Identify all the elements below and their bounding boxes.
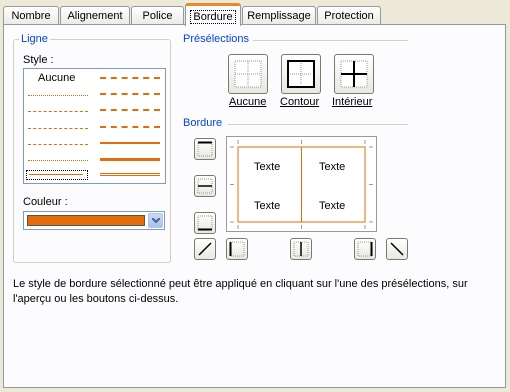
border-middle-horizontal-button[interactable] <box>194 175 216 197</box>
line-style-dash-dot-dot-medium[interactable] <box>100 77 160 79</box>
border-top-icon <box>197 141 213 157</box>
preview-text-top-right: Texte <box>319 161 346 173</box>
border-right-icon <box>357 241 373 257</box>
preset-inside-button[interactable] <box>334 54 374 94</box>
tab-remplissage[interactable]: Remplissage <box>242 6 316 24</box>
presets-separator <box>248 40 408 41</box>
preview-borders <box>230 140 373 229</box>
color-label: Couleur : <box>23 196 68 208</box>
color-dropdown[interactable] <box>23 211 165 230</box>
border-left-icon <box>229 241 245 257</box>
line-style-dash-dot-slant[interactable] <box>100 93 160 95</box>
line-style-dash-fine[interactable] <box>28 144 88 145</box>
preview-text-bottom-right: Texte <box>319 200 346 212</box>
border-bottom-button[interactable] <box>194 212 216 234</box>
border-diagonal-up-button[interactable] <box>194 238 216 260</box>
border-middle-vertical-button[interactable] <box>290 238 312 260</box>
tab-nombre[interactable]: Nombre <box>3 6 59 24</box>
style-label: Style : <box>23 54 54 66</box>
preset-outline-button[interactable] <box>281 54 321 94</box>
tab-alignement[interactable]: Alignement <box>60 6 130 24</box>
preview-text-top-left: Texte <box>254 161 281 173</box>
diagonal-up-icon <box>198 242 212 256</box>
presets-title: Présélections <box>183 33 254 45</box>
tab-police[interactable]: Police <box>131 6 184 24</box>
border-none-icon <box>234 60 262 88</box>
border-left-button[interactable] <box>226 238 248 260</box>
border-separator <box>228 124 408 125</box>
line-style-selected[interactable] <box>26 170 88 180</box>
border-inside-icon <box>340 60 368 88</box>
description-text: Le style de bordure sélectionné peut êtr… <box>13 278 468 305</box>
preview-text-bottom-left: Texte <box>254 200 281 212</box>
tab-protection[interactable]: Protection <box>317 6 381 24</box>
preset-none-label: Aucune <box>229 96 267 108</box>
diagonal-down-icon <box>390 242 404 256</box>
line-style-solid-thick[interactable] <box>100 158 160 161</box>
color-swatch <box>27 215 145 226</box>
line-style-dash-dot-fine[interactable] <box>28 128 88 129</box>
line-style-solid-medium[interactable] <box>100 142 160 144</box>
line-style-dashed-medium[interactable] <box>100 126 160 128</box>
line-style-none[interactable]: Aucune <box>38 72 75 84</box>
chevron-down-icon <box>152 218 160 224</box>
border-diagonal-down-button[interactable] <box>386 238 408 260</box>
border-horizontal-icon <box>197 178 213 194</box>
preset-none-button[interactable] <box>228 54 268 94</box>
line-group-title: Ligne <box>19 33 50 45</box>
border-outline-icon <box>287 60 315 88</box>
border-title: Bordure <box>183 117 227 129</box>
border-right-button[interactable] <box>354 238 376 260</box>
line-style-dot-fine[interactable] <box>28 160 88 161</box>
dropdown-button[interactable] <box>148 213 163 228</box>
preset-inside-label: Intérieur <box>332 96 373 108</box>
preset-outline-label: Contour <box>280 96 320 108</box>
line-style-list[interactable]: Aucune <box>23 68 166 184</box>
tab-bordure[interactable]: Bordure <box>185 3 241 26</box>
border-vertical-icon <box>293 241 309 257</box>
line-style-dashed-fine[interactable] <box>28 111 88 112</box>
border-bottom-icon <box>197 215 213 231</box>
border-top-button[interactable] <box>194 138 216 160</box>
line-style-dotted[interactable] <box>28 95 88 96</box>
border-preview[interactable]: Texte Texte Texte Texte <box>226 136 377 232</box>
line-style-double[interactable] <box>100 173 160 176</box>
line-style-dash-dot-medium[interactable] <box>100 109 160 111</box>
